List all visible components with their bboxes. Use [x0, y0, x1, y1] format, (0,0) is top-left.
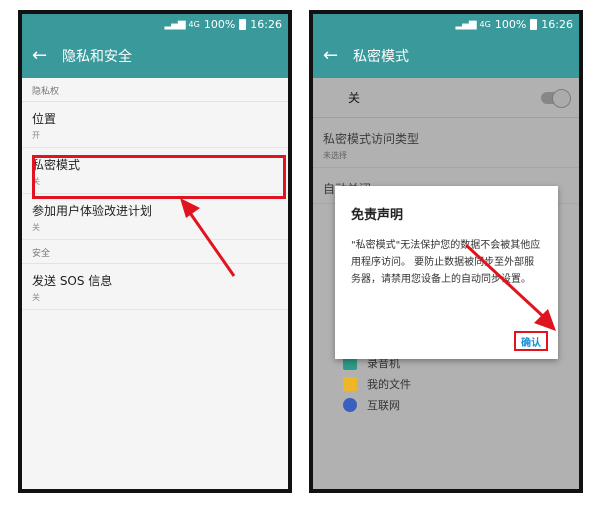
- section-header-privacy: 隐私权: [22, 78, 288, 102]
- phone-screen-privacy: ▂▄▆ 4G 100% 16:26 ← 隐私和安全 隐私权 位置 开 私密模式 …: [18, 10, 292, 493]
- disclaimer-dialog: 免责声明 "私密模式"无法保护您的数据不会被其他应用程序访问。 要防止数据被同步…: [335, 186, 558, 359]
- battery-icon: [239, 18, 247, 30]
- setting-label: 发送 SOS 信息: [32, 274, 113, 288]
- battery-percent: 100%: [494, 17, 527, 31]
- signal-icon: ▂▄▆: [455, 18, 476, 30]
- network-type: 4G: [479, 19, 491, 29]
- status-bar: ▂▄▆ 4G 100% 16:26: [22, 14, 288, 34]
- setting-label: 位置: [32, 112, 57, 126]
- app-item[interactable]: 我的文件: [343, 373, 411, 394]
- page-title: 私密模式: [353, 49, 409, 65]
- dialog-message: "私密模式"无法保护您的数据不会被其他应用程序访问。 要防止数据被同步至外部服务…: [351, 240, 541, 285]
- app-item[interactable]: 互联网: [343, 394, 411, 415]
- app-label: 互联网: [367, 398, 400, 412]
- page-title: 隐私和安全: [62, 49, 132, 65]
- setting-value: 关: [32, 293, 40, 302]
- app-list: 录音机 我的文件 互联网: [343, 352, 411, 415]
- app-bar: ← 私密模式: [313, 34, 579, 78]
- folder-icon: [343, 376, 357, 391]
- setting-location[interactable]: 位置 开: [22, 102, 288, 148]
- setting-value: 关: [32, 223, 40, 232]
- clock: 16:26: [250, 17, 282, 31]
- clock: 16:26: [541, 17, 573, 31]
- setting-send-sos[interactable]: 发送 SOS 信息 关: [22, 264, 288, 310]
- dialog-title: 免责声明: [351, 208, 404, 223]
- globe-icon: [343, 397, 357, 412]
- setting-label: 参加用户体验改进计划: [32, 204, 153, 218]
- app-bar: ← 隐私和安全: [22, 34, 288, 78]
- phone-screen-private-mode: ▂▄▆ 4G 100% 16:26 ← 私密模式 关 私密模式访问类型 未选择 …: [309, 10, 583, 493]
- settings-list: 隐私权 位置 开 私密模式 关 参加用户体验改进计划 关 安全 发送 SOS 信…: [22, 78, 288, 489]
- section-header-security: 安全: [22, 240, 288, 264]
- network-type: 4G: [188, 19, 200, 29]
- battery-icon: [530, 18, 538, 30]
- signal-icon: ▂▄▆: [164, 18, 185, 30]
- back-arrow-icon[interactable]: ←: [323, 47, 347, 65]
- setting-value: 开: [32, 131, 40, 140]
- app-label: 我的文件: [367, 377, 411, 391]
- setting-ux-program[interactable]: 参加用户体验改进计划 关: [22, 194, 288, 240]
- status-bar: ▂▄▆ 4G 100% 16:26: [313, 14, 579, 34]
- battery-percent: 100%: [203, 17, 236, 31]
- back-arrow-icon[interactable]: ←: [32, 47, 56, 65]
- highlight-box: [32, 155, 286, 199]
- confirm-button[interactable]: 确认: [514, 331, 548, 351]
